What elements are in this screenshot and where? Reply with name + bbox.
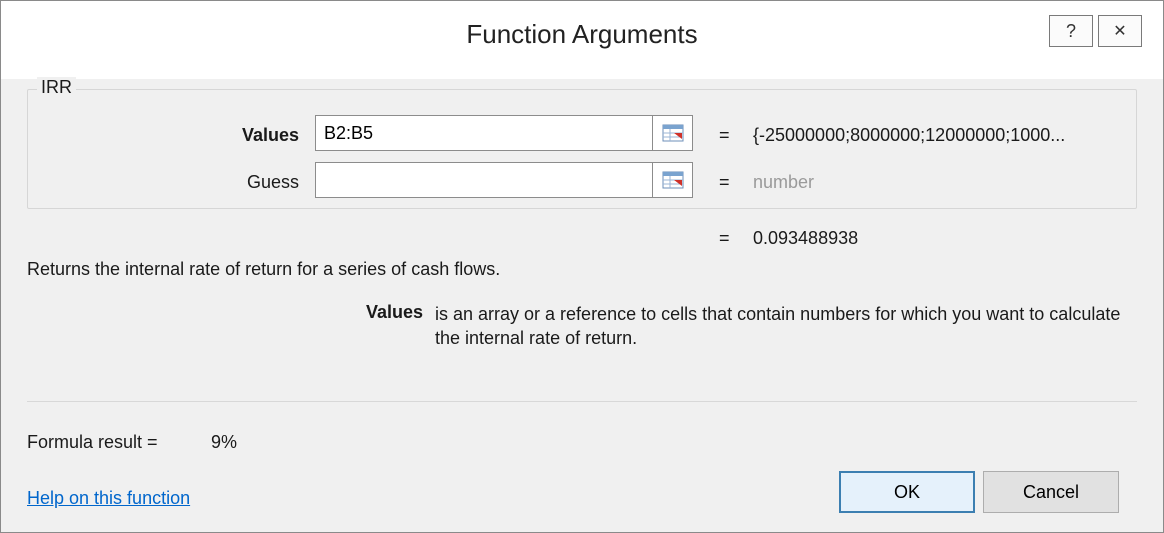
values-range-select-button[interactable]: [653, 115, 693, 151]
question-mark-icon: ?: [1065, 20, 1076, 41]
range-select-icon: [662, 124, 683, 142]
guess-range-select-button[interactable]: [653, 162, 693, 198]
cancel-button[interactable]: Cancel: [983, 471, 1119, 513]
range-select-icon: [662, 171, 683, 189]
help-on-function-link[interactable]: Help on this function: [27, 488, 190, 509]
formula-result-value: 9%: [211, 432, 238, 452]
values-label: Values: [241, 125, 299, 145]
function-arguments-dialog: Function Arguments ? ✕ IRR Values = {-25…: [0, 0, 1164, 533]
parameter-name: Values: [365, 302, 423, 322]
guess-result: number: [753, 172, 815, 192]
formula-result-label: Formula result =: [27, 432, 158, 452]
guess-input[interactable]: [315, 162, 653, 198]
values-result: {-25000000;8000000;12000000;1000...: [753, 125, 1066, 145]
guess-label: Guess: [246, 172, 299, 192]
close-button[interactable]: ✕: [1098, 15, 1142, 47]
function-description: Returns the internal rate of return for …: [27, 259, 501, 279]
overall-result: 0.093488938: [753, 228, 859, 248]
parameter-description: is an array or a reference to cells that…: [435, 304, 1121, 348]
divider: [27, 401, 1137, 402]
close-icon: ✕: [1113, 23, 1127, 40]
guess-equals-sign: =: [719, 172, 730, 192]
ok-button[interactable]: OK: [839, 471, 975, 513]
title-bar: Function Arguments ? ✕: [1, 1, 1163, 79]
function-name-label: IRR: [37, 77, 76, 98]
overall-equals-sign: =: [719, 228, 730, 248]
values-equals-sign: =: [719, 125, 730, 145]
help-button[interactable]: ?: [1049, 15, 1093, 47]
values-input[interactable]: [315, 115, 653, 151]
window-title: Function Arguments: [466, 19, 698, 49]
